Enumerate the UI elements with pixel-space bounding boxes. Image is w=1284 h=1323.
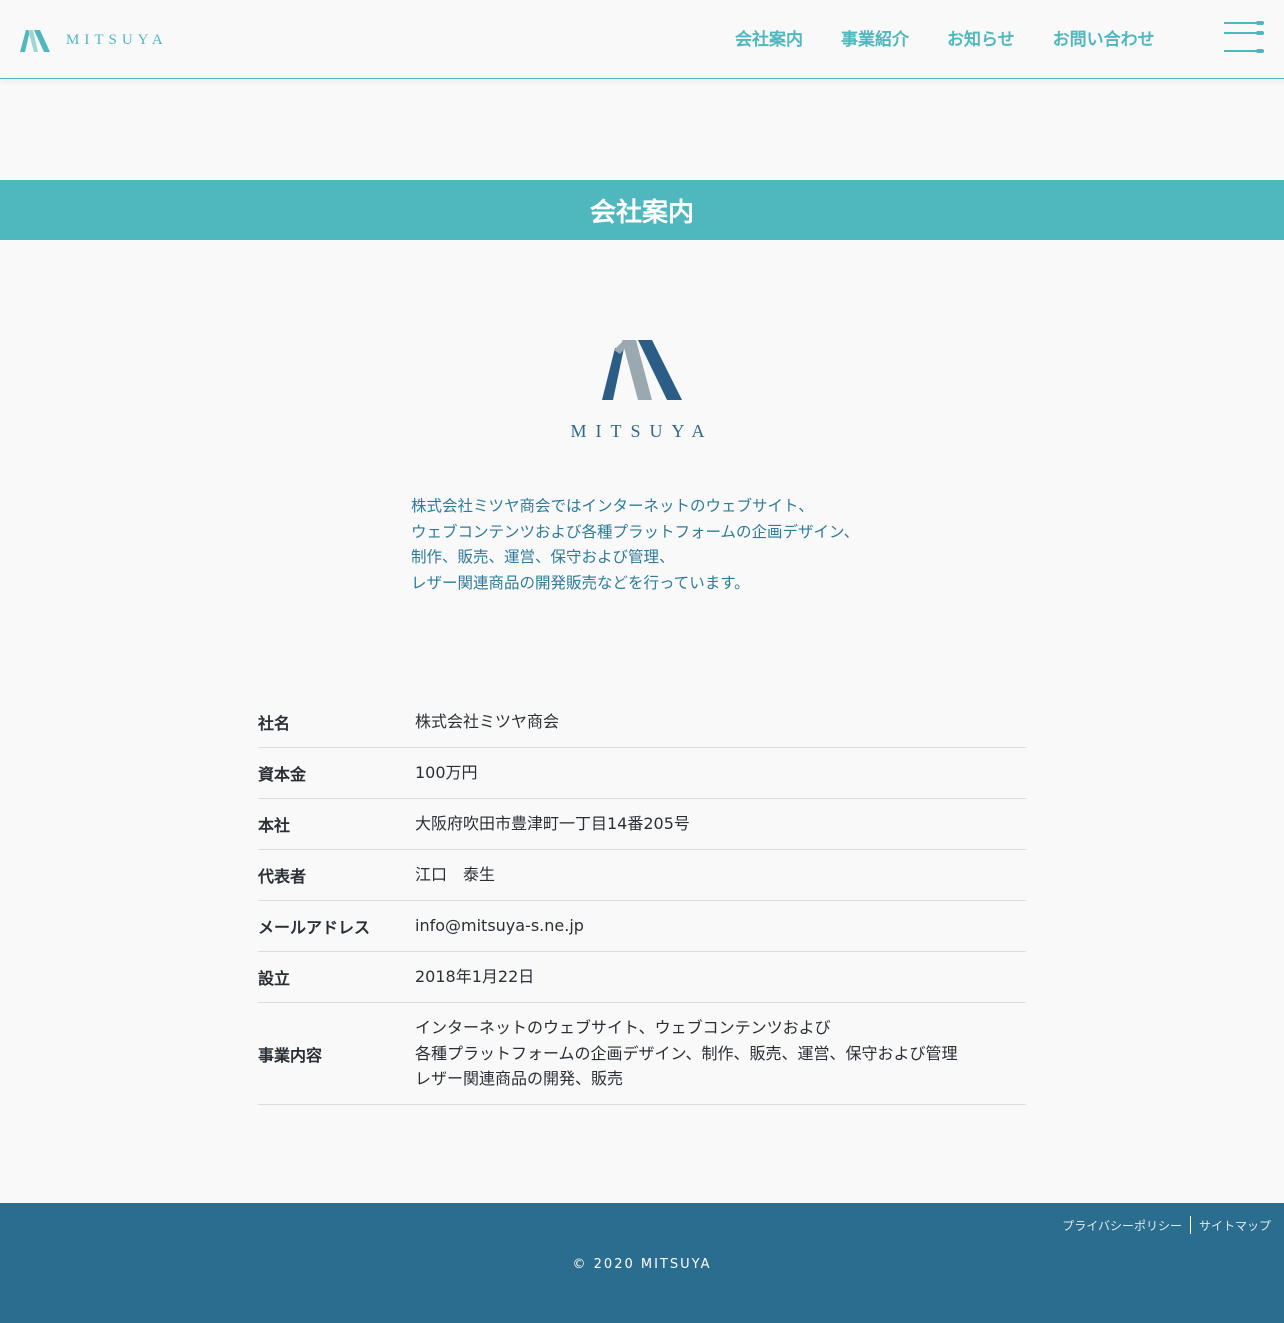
nav-contact[interactable]: お問い合わせ <box>1053 28 1155 52</box>
hamburger-icon[interactable] <box>1224 19 1264 55</box>
row-value: 大阪府吹田市豊津町一丁目14番205号 <box>415 814 690 834</box>
nav-news[interactable]: お知らせ <box>947 28 1015 52</box>
company-intro: 株式会社ミツヤ商会ではインターネットのウェブサイト、 ウェブコンテンツおよび各種… <box>411 494 931 597</box>
nav-business[interactable]: 事業紹介 <box>841 28 909 52</box>
row-value: 2018年1月22日 <box>415 967 535 987</box>
row-value: 江口 泰生 <box>415 865 496 885</box>
row-value: インターネットのウェブサイト、ウェブコンテンツおよび 各種プラットフォームの企画… <box>415 1018 958 1089</box>
logo-mark-icon <box>20 30 50 52</box>
row-label: 代表者 <box>258 867 307 886</box>
company-info-table: 社名 株式会社ミツヤ商会 資本金 100万円 本社 大阪府吹田市豊津町一丁目14… <box>258 696 1026 1105</box>
header-logo-text: MITSUYA <box>66 31 168 48</box>
email-link: info@mitsuya-s.ne.jp <box>415 916 584 936</box>
intro-line: 制作、販売、運営、保守および管理、 <box>411 548 675 567</box>
table-row: メールアドレス info@mitsuya-s.ne.jp <box>258 901 1026 952</box>
table-row: 資本金 100万円 <box>258 748 1026 799</box>
row-label: メールアドレス <box>258 918 371 937</box>
copyright: © 2020 MITSUYA <box>572 1257 712 1272</box>
table-row: 設立 2018年1月22日 <box>258 952 1026 1003</box>
row-value: 100万円 <box>415 763 478 783</box>
page-title-band: 会社案内 <box>0 180 1284 240</box>
nav-company[interactable]: 会社案内 <box>735 28 803 52</box>
company-logo-text: MITSUYA <box>570 421 714 441</box>
page-title: 会社案内 <box>589 197 694 228</box>
row-label: 資本金 <box>258 765 307 784</box>
footer-links: プライバシーポリシー サイトマップ <box>1062 1216 1271 1234</box>
intro-line: ウェブコンテンツおよび各種プラットフォームの企画デザイン、 <box>411 522 860 541</box>
row-label: 設立 <box>258 969 291 988</box>
main-nav: 会社案内 事業紹介 お知らせ お問い合わせ <box>735 28 1193 52</box>
intro-line: レザー関連商品の開発販売などを行っています。 <box>411 574 750 593</box>
intro-line: 株式会社ミツヤ商会ではインターネットのウェブサイト、 <box>411 497 814 515</box>
row-value: 株式会社ミツヤ商会 <box>415 711 560 731</box>
privacy-policy-link[interactable]: プライバシーポリシー <box>1062 1217 1182 1234</box>
company-logo-icon <box>602 340 682 400</box>
site-header: MITSUYA 会社案内 事業紹介 お知らせ お問い合わせ <box>0 0 1284 79</box>
row-label: 事業内容 <box>258 1045 323 1065</box>
row-value[interactable]: info@mitsuya-s.ne.jp <box>415 913 584 939</box>
table-row: 社名 株式会社ミツヤ商会 <box>258 696 1026 748</box>
table-row: 事業内容 インターネットのウェブサイト、ウェブコンテンツおよび 各種プラットフォ… <box>258 1003 1026 1105</box>
sitemap-link[interactable]: サイトマップ <box>1199 1217 1271 1234</box>
footer-divider <box>1189 1216 1191 1234</box>
row-label: 社名 <box>258 713 291 733</box>
header-logo[interactable]: MITSUYA <box>20 28 168 52</box>
site-footer: プライバシーポリシー サイトマップ © 2020 MITSUYA <box>0 1203 1284 1323</box>
row-label: 本社 <box>258 816 291 835</box>
table-row: 本社 大阪府吹田市豊津町一丁目14番205号 <box>258 799 1026 850</box>
table-row: 代表者 江口 泰生 <box>258 850 1026 901</box>
